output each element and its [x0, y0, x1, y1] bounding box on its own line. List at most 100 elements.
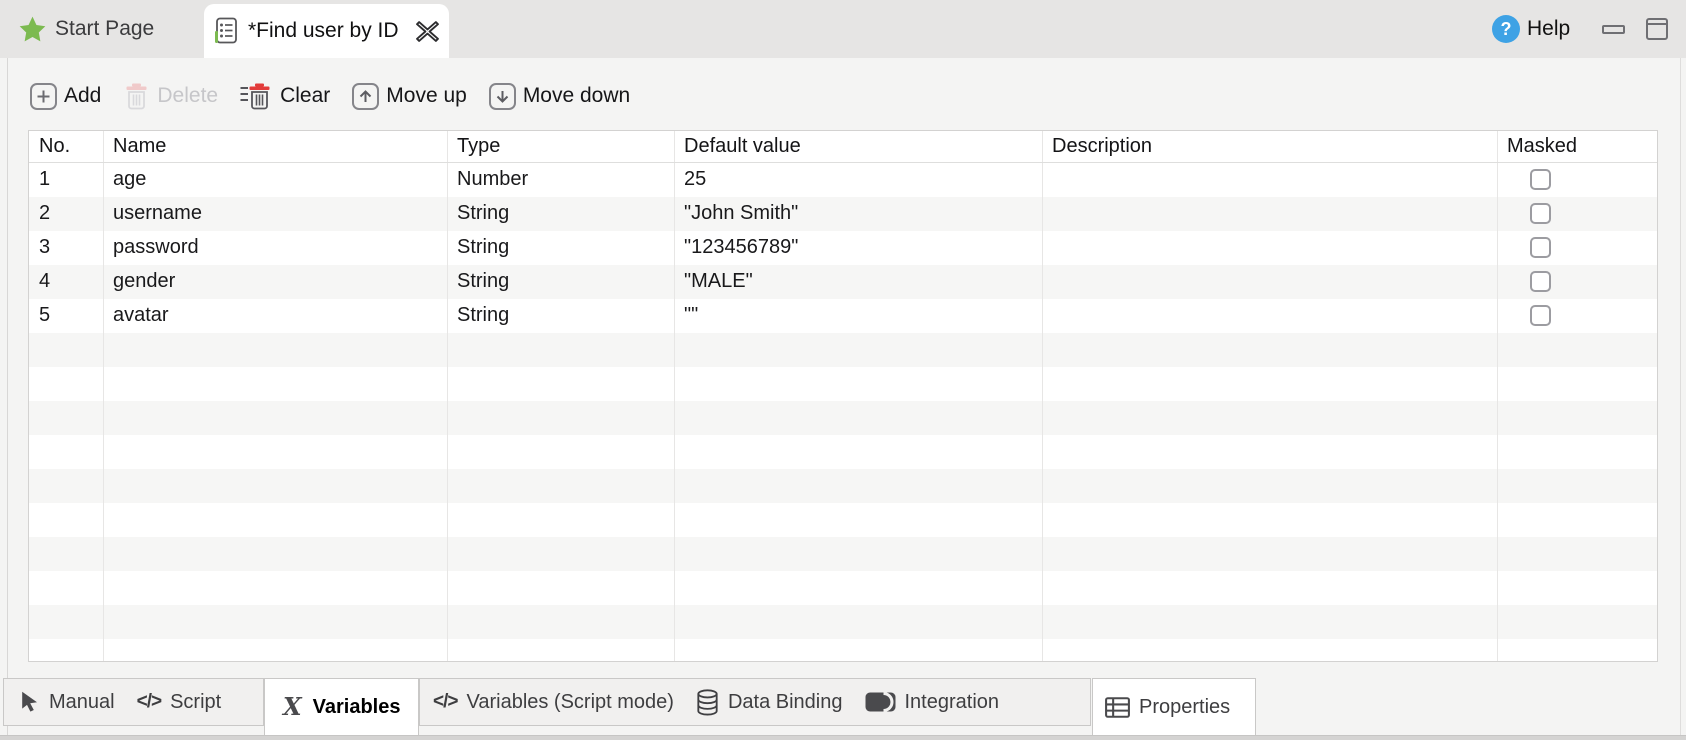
cell-default-value: "": [675, 299, 1043, 333]
cell-masked: [1498, 197, 1657, 231]
cell-empty: [1498, 401, 1657, 435]
column-header-description[interactable]: Description: [1043, 131, 1498, 162]
arrow-down-icon: [489, 83, 516, 110]
cell-type: String: [448, 299, 675, 333]
cell-name: gender: [104, 265, 448, 299]
tab-manual[interactable]: Manual: [20, 679, 115, 725]
column-header-type[interactable]: Type: [448, 131, 675, 162]
cell-masked: [1498, 299, 1657, 333]
tab-find-user-by-id[interactable]: *Find user by ID: [204, 4, 449, 58]
top-tab-bar: Start Page *Find user by ID ? Help: [0, 0, 1686, 58]
tab-variables-script-mode[interactable]: </> Variables (Script mode): [433, 679, 674, 725]
tab-integration-label: Integration: [905, 691, 1000, 714]
cell-empty: [675, 537, 1043, 571]
cell-empty: [675, 503, 1043, 537]
maximize-button[interactable]: [1646, 18, 1668, 40]
tab-group-manual-script: Manual </> Script: [3, 678, 264, 726]
add-button[interactable]: Add: [30, 83, 101, 110]
cell-empty: [448, 537, 675, 571]
tab-data-binding[interactable]: Data Binding: [696, 679, 843, 725]
empty-table-row[interactable]: [29, 537, 1657, 571]
table-row[interactable]: 5avatarString"": [29, 299, 1657, 333]
cell-empty: [1498, 503, 1657, 537]
masked-checkbox[interactable]: [1530, 169, 1551, 190]
tab-variables-label: Variables: [313, 696, 401, 719]
cell-empty: [675, 605, 1043, 639]
cell-name: age: [104, 163, 448, 197]
cell-empty: [1043, 639, 1498, 662]
delete-button[interactable]: Delete: [123, 81, 218, 111]
empty-table-row[interactable]: [29, 333, 1657, 367]
column-header-no[interactable]: No.: [29, 131, 104, 162]
cell-empty: [29, 333, 104, 367]
cell-empty: [104, 367, 448, 401]
app-window: Start Page *Find user by ID ? Help: [0, 0, 1686, 740]
empty-table-row[interactable]: [29, 469, 1657, 503]
cell-default-value: "123456789": [675, 231, 1043, 265]
cell-empty: [29, 401, 104, 435]
minimize-button[interactable]: [1602, 25, 1625, 34]
tab-group-secondary: </> Variables (Script mode) Data Binding…: [419, 678, 1091, 726]
plus-icon: [30, 83, 57, 110]
tab-variables-script-mode-label: Variables (Script mode): [466, 691, 673, 714]
close-tab-icon[interactable]: [416, 21, 439, 42]
masked-checkbox[interactable]: [1530, 271, 1551, 292]
cell-type: String: [448, 265, 675, 299]
clear-list-trash-icon: [240, 81, 273, 111]
cell-empty: [448, 401, 675, 435]
empty-table-row[interactable]: [29, 503, 1657, 537]
move-up-button[interactable]: Move up: [352, 83, 467, 110]
cell-empty: [104, 571, 448, 605]
cell-name: password: [104, 231, 448, 265]
delete-button-label: Delete: [157, 84, 218, 108]
cell-empty: [104, 435, 448, 469]
cell-empty: [675, 401, 1043, 435]
column-header-name[interactable]: Name: [104, 131, 448, 162]
table-row[interactable]: 3passwordString"123456789": [29, 231, 1657, 265]
masked-checkbox[interactable]: [1530, 237, 1551, 258]
cell-empty: [29, 605, 104, 639]
empty-table-row[interactable]: [29, 367, 1657, 401]
maximize-icon: [1648, 23, 1666, 25]
code-icon: </>: [433, 691, 457, 713]
empty-table-row[interactable]: [29, 571, 1657, 605]
cell-description: [1043, 163, 1498, 197]
panel-left-edge: [7, 58, 8, 735]
cell-empty: [104, 469, 448, 503]
move-down-button[interactable]: Move down: [489, 83, 630, 110]
column-header-default-value[interactable]: Default value: [675, 131, 1043, 162]
window-bottom-edge: [0, 735, 1686, 740]
tab-script[interactable]: </> Script: [137, 679, 222, 725]
cell-empty: [1498, 367, 1657, 401]
tab-properties[interactable]: Properties: [1092, 678, 1256, 735]
help-button[interactable]: ? Help: [1492, 0, 1570, 58]
cell-empty: [675, 435, 1043, 469]
cell-empty: [1498, 605, 1657, 639]
masked-checkbox[interactable]: [1530, 305, 1551, 326]
empty-table-row[interactable]: [29, 435, 1657, 469]
column-header-masked[interactable]: Masked: [1498, 131, 1657, 162]
cell-default-value: "John Smith": [675, 197, 1043, 231]
table-row[interactable]: 1ageNumber25: [29, 163, 1657, 197]
tab-variables[interactable]: X Variables: [264, 678, 419, 735]
empty-table-row[interactable]: [29, 605, 1657, 639]
cell-empty: [1043, 537, 1498, 571]
tab-start-page-label: Start Page: [55, 17, 154, 41]
empty-table-row[interactable]: [29, 401, 1657, 435]
panel-right-edge: [1680, 58, 1681, 735]
table-row[interactable]: 4genderString"MALE": [29, 265, 1657, 299]
cell-empty: [675, 367, 1043, 401]
cell-masked: [1498, 163, 1657, 197]
cell-empty: [1498, 537, 1657, 571]
tab-start-page[interactable]: Start Page: [0, 0, 204, 58]
cell-empty: [29, 367, 104, 401]
empty-table-row[interactable]: [29, 639, 1657, 662]
masked-checkbox[interactable]: [1530, 203, 1551, 224]
cell-empty: [448, 571, 675, 605]
cell-default-value: "MALE": [675, 265, 1043, 299]
table-row[interactable]: 2usernameString"John Smith": [29, 197, 1657, 231]
clear-button[interactable]: Clear: [240, 81, 330, 111]
cell-type: String: [448, 197, 675, 231]
cell-masked: [1498, 265, 1657, 299]
tab-integration[interactable]: Integration: [865, 679, 1000, 725]
